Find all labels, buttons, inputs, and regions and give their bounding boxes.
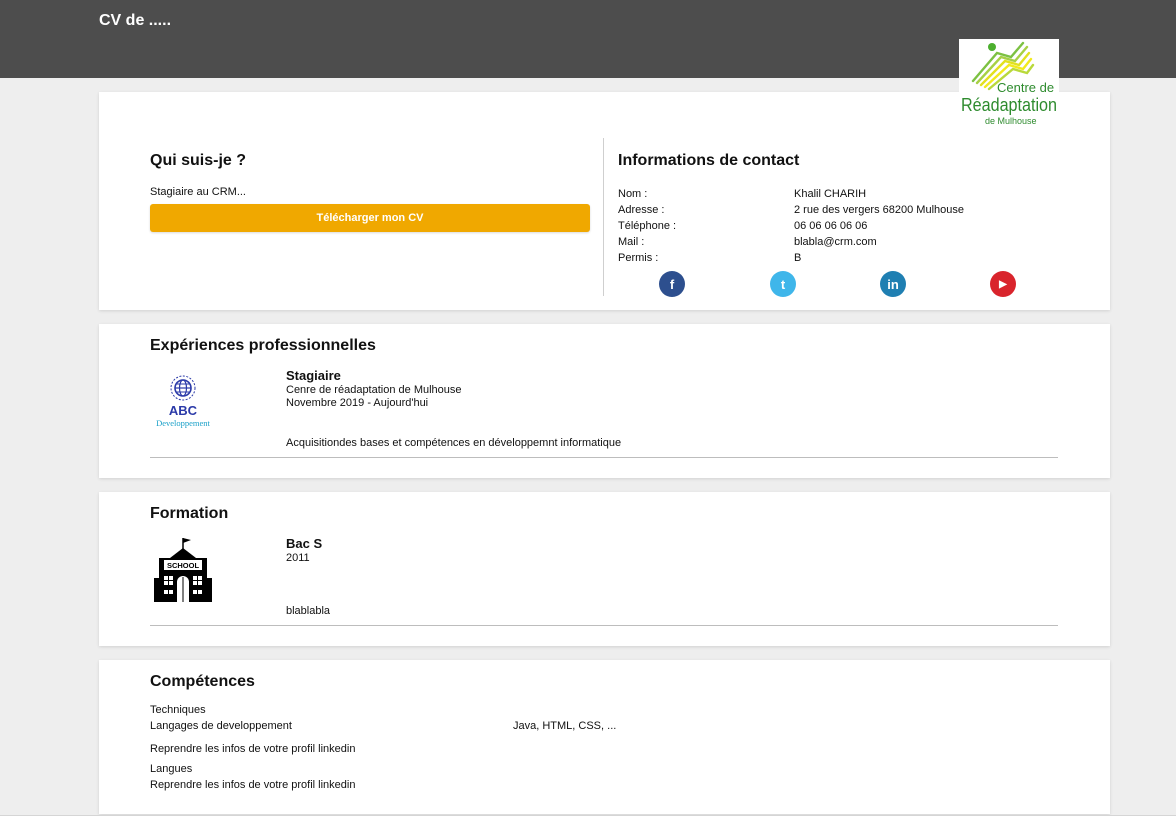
facebook-glyph: f xyxy=(669,276,675,292)
contact-value: B xyxy=(794,252,802,264)
vertical-divider xyxy=(603,138,604,296)
experience-period: Novembre 2019 - Aujourd'hui xyxy=(286,397,429,409)
experience-company: Cenre de réadaptation de Mulhouse xyxy=(286,384,462,396)
centre-readaptation-logo: Centre de Réadaptation de Mulhouse xyxy=(959,39,1059,129)
about-description: Stagiaire au CRM... xyxy=(150,186,246,198)
techniques-label: Langages de developpement xyxy=(150,720,292,732)
school-icon: SCHOOL xyxy=(150,536,216,604)
experience-separator xyxy=(150,457,1058,458)
linkedin-glyph: in xyxy=(887,276,899,292)
contact-label: Téléphone : xyxy=(618,220,677,232)
experience-description: Acquisitiondes bases et compétences en d… xyxy=(286,437,622,449)
contact-value: 06 06 06 06 06 xyxy=(794,220,868,232)
contact-row-phone: Téléphone : 06 06 06 06 06 xyxy=(618,218,1058,234)
twitter-icon[interactable]: t xyxy=(770,271,796,297)
formation-description: blablabla xyxy=(286,605,331,617)
contact-row-name: Nom : Khalil CHARIH xyxy=(618,186,1058,202)
experience-entry: Stagiaire Cenre de réadaptation de Mulho… xyxy=(286,368,462,410)
experience-role: Stagiaire xyxy=(286,368,341,383)
facebook-icon[interactable]: f xyxy=(659,271,685,297)
about-title: Qui suis-je ? xyxy=(150,152,247,169)
techniques-title: Techniques xyxy=(150,704,206,716)
abc-logo-line1: ABC xyxy=(169,403,198,418)
page-title: CV de ..... xyxy=(99,12,172,29)
logo-line3: de Mulhouse xyxy=(985,116,1037,126)
youtube-glyph: ▶ xyxy=(999,278,1007,290)
experience-card: Expériences professionnelles ABC Develop… xyxy=(99,324,1110,478)
languages-note: Reprendre les infos de votre profil link… xyxy=(150,779,356,791)
formation-entry: Bac S 2011 xyxy=(286,536,322,565)
contact-label: Adresse : xyxy=(618,204,665,216)
languages-title: Langues xyxy=(150,763,193,775)
formation-card: Formation SCHOOL Bac S 2011 blablabla xyxy=(99,492,1110,646)
logo-line1: Centre de xyxy=(997,80,1054,95)
contact-row-address: Adresse : 2 rue des vergers 68200 Mulhou… xyxy=(618,202,1058,218)
contact-label: Mail : xyxy=(618,236,645,248)
contact-section: Informations de contact Nom : Khalil CHA… xyxy=(618,152,1058,266)
skills-title: Compétences xyxy=(150,673,255,690)
experience-title: Expériences professionnelles xyxy=(150,337,376,354)
formation-title: Formation xyxy=(150,505,229,522)
formation-year: 2011 xyxy=(286,552,310,564)
school-sign: SCHOOL xyxy=(167,561,200,570)
youtube-icon[interactable]: ▶ xyxy=(990,271,1016,297)
contact-row-licence: Permis : B xyxy=(618,250,1058,266)
abc-company-logo: ABC Developpement xyxy=(150,372,216,432)
about-section: Qui suis-je ? Stagiaire au CRM... Téléch… xyxy=(150,152,590,232)
contact-value: Khalil CHARIH xyxy=(794,188,867,200)
abc-logo-line2: Developpement xyxy=(156,418,210,428)
techniques-value: Java, HTML, CSS, ... xyxy=(513,720,617,732)
techniques-note: Reprendre les infos de votre profil link… xyxy=(150,743,356,755)
download-cv-button[interactable]: Télécharger mon CV xyxy=(150,204,590,232)
skills-card: Compétences Techniques Langages de devel… xyxy=(99,660,1110,814)
contact-label: Permis : xyxy=(618,252,659,264)
logo-line2: Réadaptation xyxy=(961,95,1057,115)
contact-value: blabla@crm.com xyxy=(794,236,877,248)
contact-title: Informations de contact xyxy=(618,152,800,169)
twitter-glyph: t xyxy=(780,276,786,292)
linkedin-icon[interactable]: in xyxy=(880,271,906,297)
contact-row-mail: Mail : blabla@crm.com xyxy=(618,234,1058,250)
formation-separator xyxy=(150,625,1058,626)
contact-label: Nom : xyxy=(618,188,648,200)
contact-value: 2 rue des vergers 68200 Mulhouse xyxy=(794,204,964,216)
formation-degree: Bac S xyxy=(286,536,323,551)
